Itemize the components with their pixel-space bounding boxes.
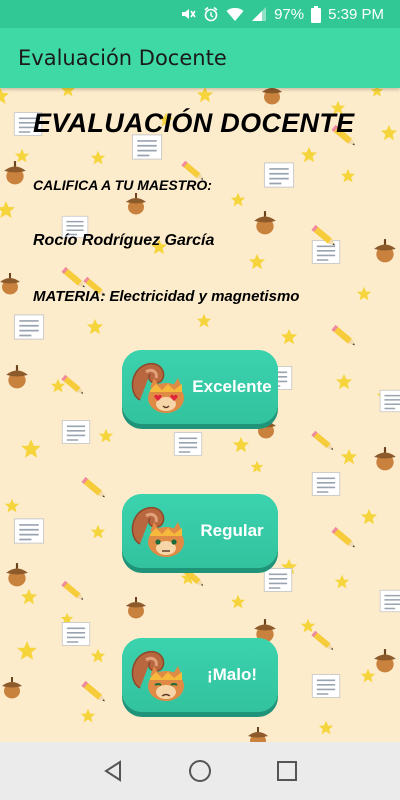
recents-icon <box>276 761 297 781</box>
wifi-icon <box>226 6 244 22</box>
battery-icon <box>311 5 322 23</box>
rate-prompt: CALIFICA A TU MAESTRO: <box>33 177 212 193</box>
mute-icon <box>180 6 196 22</box>
malo-button[interactable]: ¡Malo! <box>122 638 278 712</box>
page-heading: EVALUACIÓN DOCENTE <box>33 108 355 138</box>
excelente-label: Excelente <box>192 377 272 396</box>
back-icon <box>104 760 122 782</box>
back-button[interactable] <box>93 751 133 791</box>
regular-label: Regular <box>200 521 264 540</box>
status-bar: 97% 5:39 PM <box>0 0 400 28</box>
teacher-name: Rocío Rodríguez García <box>33 232 215 249</box>
alarm-icon <box>203 6 219 22</box>
regular-button[interactable]: Regular <box>122 494 278 568</box>
malo-label: ¡Malo! <box>206 665 258 684</box>
home-button[interactable] <box>180 751 220 791</box>
recents-button[interactable] <box>267 751 307 791</box>
squirrel-sad-icon <box>131 650 184 701</box>
signal-icon <box>251 6 267 22</box>
app-title: Evaluación Docente <box>18 46 227 70</box>
app-bar: Evaluación Docente <box>0 28 400 88</box>
squirrel-heart-eyes-icon <box>131 362 184 413</box>
battery-percent: 97% <box>274 5 305 23</box>
navigation-bar <box>0 742 400 800</box>
squirrel-neutral-icon <box>131 506 184 557</box>
subject-label: MATERIA: Electricidad y magnetismo <box>33 288 300 305</box>
home-icon <box>188 760 211 782</box>
clock: 5:39 PM <box>328 5 384 23</box>
main-content: EVALUACIÓN DOCENTE CALIFICA A TU MAESTRO… <box>0 88 400 742</box>
excelente-button[interactable]: Excelente <box>122 350 278 424</box>
